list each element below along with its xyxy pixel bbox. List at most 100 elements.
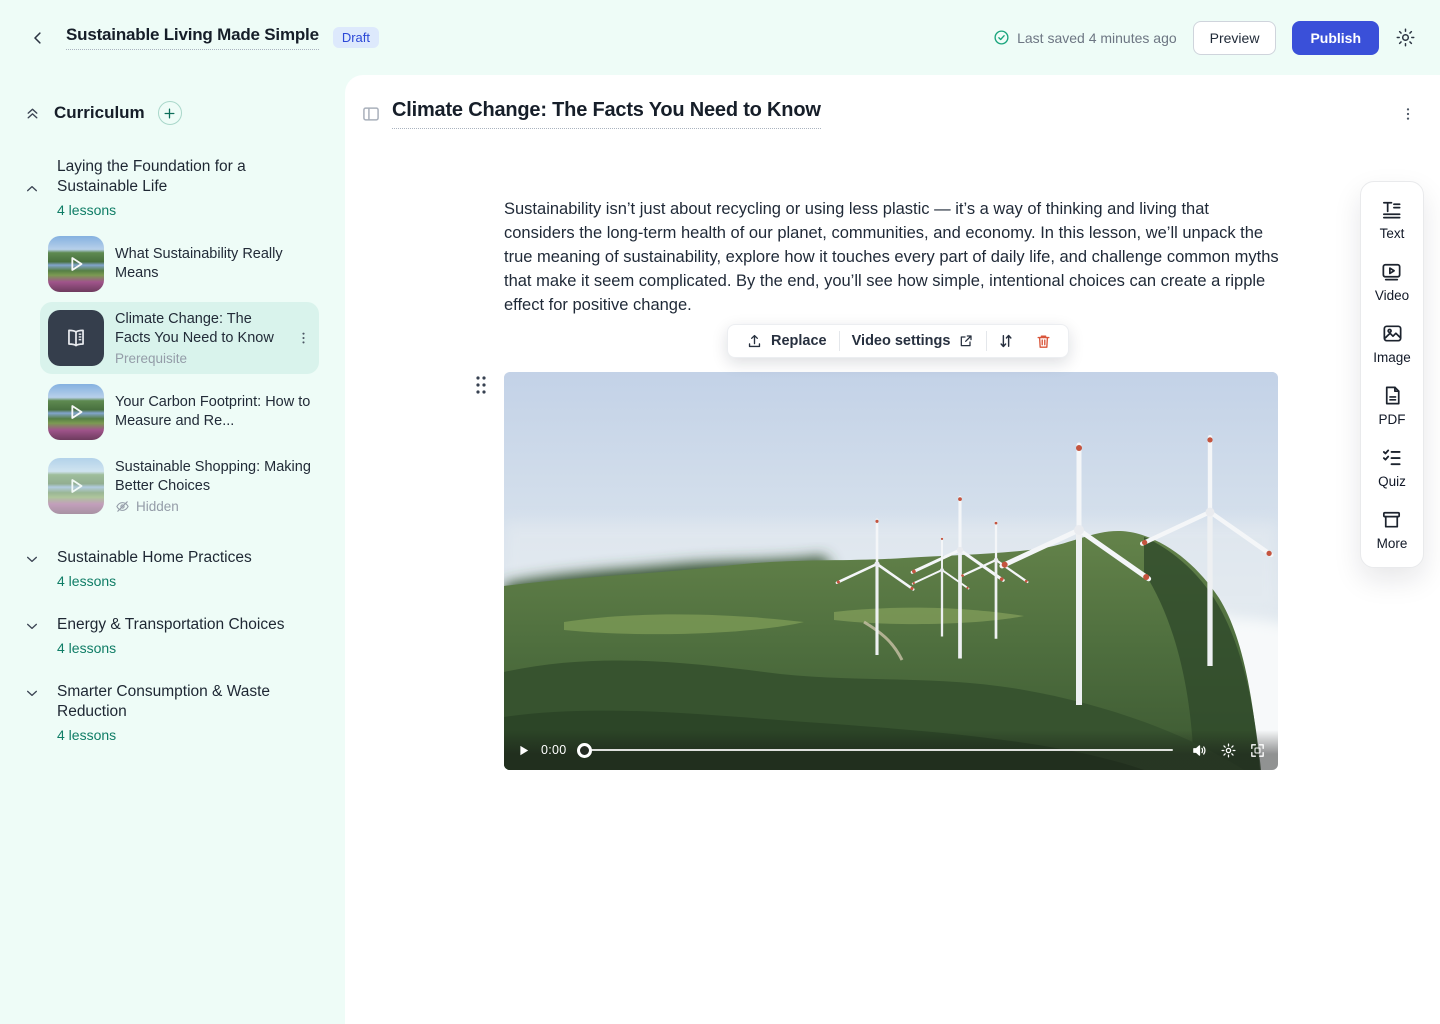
book-open-icon — [63, 325, 89, 351]
add-video-block[interactable]: Video — [1375, 260, 1409, 303]
play-icon — [65, 253, 87, 275]
lesson-item-selected[interactable]: Climate Change: The Facts You Need to Kn… — [40, 302, 319, 374]
quiz-icon — [1380, 446, 1403, 469]
palette-label: More — [1377, 536, 1408, 551]
palette-label: Quiz — [1378, 474, 1406, 489]
more-icon — [1380, 508, 1403, 531]
replace-button[interactable]: Replace — [734, 327, 839, 356]
video-icon — [1380, 260, 1403, 283]
lesson-text: Your Carbon Footprint: How to Measure an… — [115, 393, 311, 431]
lesson-video-thumbnail — [48, 384, 104, 440]
curriculum-sidebar: Curriculum Laying the Foundation for a S… — [0, 75, 345, 1024]
section-text: Energy & Transportation Choices 4 lesson… — [57, 615, 284, 656]
add-image-block[interactable]: Image — [1373, 322, 1411, 365]
back-button[interactable] — [24, 24, 52, 52]
lesson-editor: Climate Change: The Facts You Need to Kn… — [345, 75, 1440, 1024]
block-palette: Text Video Image PDF Quiz More — [1360, 181, 1424, 568]
plus-circle-icon — [163, 107, 176, 120]
lesson-paragraph[interactable]: Sustainability isn’t just about recyclin… — [504, 197, 1282, 317]
add-section-button[interactable] — [158, 101, 182, 125]
lesson-page-title[interactable]: Climate Change: The Facts You Need to Kn… — [392, 99, 821, 129]
trash-icon — [1035, 333, 1052, 350]
lesson-item-hidden[interactable]: Sustainable Shopping: Making Better Choi… — [40, 450, 319, 522]
video-controls: 0:00 — [504, 730, 1278, 770]
chevron-down-icon[interactable] — [24, 618, 40, 656]
check-circle-icon — [993, 29, 1010, 46]
top-bar-actions: Last saved 4 minutes ago Preview Publish — [993, 21, 1416, 55]
lesson-list: What Sustainability Really Means Climate… — [0, 228, 345, 522]
lesson-title: Your Carbon Footprint: How to Measure an… — [115, 393, 311, 431]
lesson-header: Climate Change: The Facts You Need to Kn… — [361, 99, 1416, 129]
lesson-options-button[interactable] — [1400, 106, 1416, 122]
palette-label: Video — [1375, 288, 1409, 303]
section-title[interactable]: Laying the Foundation for a Sustainable … — [57, 157, 287, 197]
lesson-text: Sustainable Shopping: Making Better Choi… — [115, 458, 311, 514]
add-pdf-block[interactable]: PDF — [1379, 384, 1406, 427]
curriculum-section-header[interactable]: Laying the Foundation for a Sustainable … — [0, 157, 345, 218]
lesson-hidden-status: Hidden — [115, 499, 311, 514]
video-progress-bar[interactable] — [577, 742, 1173, 758]
section-text: Sustainable Home Practices 4 lessons — [57, 548, 252, 589]
text-icon — [1380, 198, 1403, 221]
fullscreen-icon — [1249, 742, 1266, 759]
section-text: Laying the Foundation for a Sustainable … — [57, 157, 287, 218]
chevron-up-icon[interactable] — [24, 181, 40, 197]
add-text-block[interactable]: Text — [1380, 198, 1405, 241]
move-block-button[interactable] — [987, 326, 1025, 356]
eye-off-icon — [115, 499, 130, 514]
video-block-toolbar: Replace Video settings — [727, 324, 1069, 358]
publish-button[interactable]: Publish — [1292, 21, 1379, 55]
settings-button[interactable] — [1395, 27, 1416, 48]
curriculum-section-header[interactable]: Smarter Consumption & Waste Reduction 4 … — [0, 682, 345, 743]
drag-handle-icon — [475, 375, 487, 395]
kebab-icon — [1400, 106, 1416, 122]
play-icon — [516, 743, 531, 758]
volume-button[interactable] — [1191, 742, 1208, 759]
delete-block-button[interactable] — [1025, 327, 1062, 356]
top-bar: Sustainable Living Made Simple Draft Las… — [0, 0, 1440, 75]
lesson-menu-button[interactable] — [296, 331, 311, 346]
pdf-icon — [1381, 384, 1404, 407]
section-title[interactable]: Smarter Consumption & Waste Reduction — [57, 682, 287, 722]
play-button[interactable] — [516, 743, 531, 758]
section-text: Smarter Consumption & Waste Reduction 4 … — [57, 682, 287, 743]
video-controls-right — [1191, 742, 1266, 759]
section-title[interactable]: Sustainable Home Practices — [57, 548, 252, 568]
section-lesson-count: 4 lessons — [57, 640, 284, 656]
video-player[interactable]: 0:00 — [504, 372, 1278, 770]
chevron-down-icon[interactable] — [24, 551, 40, 589]
section-lesson-count: 4 lessons — [57, 202, 287, 218]
progress-track — [591, 749, 1173, 752]
add-quiz-block[interactable]: Quiz — [1378, 446, 1406, 489]
lesson-subtitle: Prerequisite — [115, 351, 283, 366]
more-blocks-button[interactable]: More — [1377, 508, 1408, 551]
course-title[interactable]: Sustainable Living Made Simple — [66, 25, 319, 50]
collapse-all-icon[interactable] — [24, 105, 41, 122]
curriculum-header: Curriculum — [0, 75, 345, 131]
block-drag-handle[interactable] — [475, 375, 487, 395]
curriculum-section-header[interactable]: Sustainable Home Practices 4 lessons — [0, 548, 345, 589]
lesson-item[interactable]: What Sustainability Really Means — [40, 228, 319, 300]
lesson-reading-thumbnail — [48, 310, 104, 366]
progress-scrubber[interactable] — [577, 743, 592, 758]
play-icon — [65, 475, 87, 497]
section-lesson-count: 4 lessons — [57, 727, 287, 743]
upload-icon — [746, 333, 763, 350]
lesson-item[interactable]: Your Carbon Footprint: How to Measure an… — [40, 376, 319, 448]
preview-button[interactable]: Preview — [1193, 21, 1277, 55]
back-chevron-icon — [29, 29, 47, 47]
palette-label: Image — [1373, 350, 1411, 365]
chevron-down-icon[interactable] — [24, 685, 40, 743]
section-title[interactable]: Energy & Transportation Choices — [57, 615, 284, 635]
fullscreen-button[interactable] — [1249, 742, 1266, 759]
lesson-title: What Sustainability Really Means — [115, 245, 311, 283]
video-settings-gear-button[interactable] — [1220, 742, 1237, 759]
lesson-text: Climate Change: The Facts You Need to Kn… — [115, 310, 283, 366]
video-frame-wind-turbines — [504, 372, 1278, 770]
panel-left-icon[interactable] — [361, 104, 381, 124]
status-badge: Draft — [333, 27, 379, 48]
curriculum-section-header[interactable]: Energy & Transportation Choices 4 lesson… — [0, 615, 345, 656]
external-link-icon — [958, 333, 974, 349]
video-settings-button[interactable]: Video settings — [840, 327, 987, 355]
volume-icon — [1191, 742, 1208, 759]
